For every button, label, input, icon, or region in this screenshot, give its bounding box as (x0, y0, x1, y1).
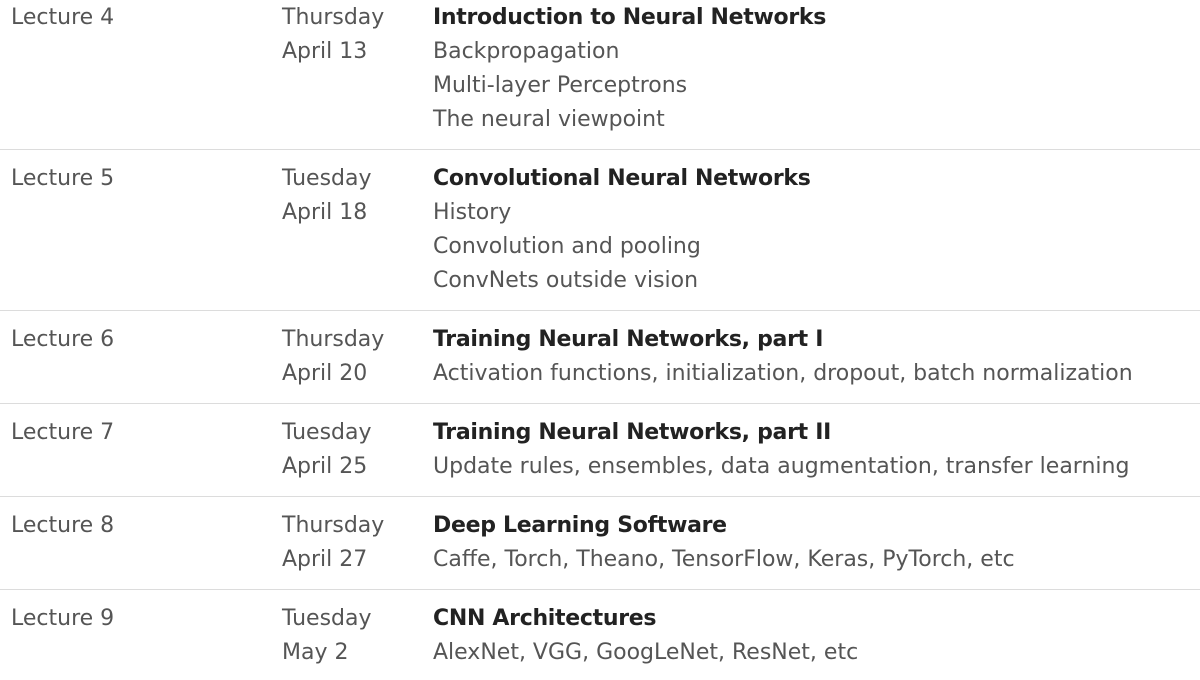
subtopic: Convolution and pooling (433, 234, 701, 259)
table-row: Lecture 9 Tuesday May 2 CNN Architecture… (0, 590, 1200, 680)
lecture-cell: Lecture 4 (11, 1, 114, 35)
date-cell: Tuesday May 2 (282, 602, 372, 670)
topic-title: Introduction to Neural Networks (433, 5, 827, 30)
table-row: Lecture 6 Thursday April 20 Training Neu… (0, 311, 1200, 404)
lecture-label: Lecture 5 (11, 166, 115, 191)
lecture-label: Lecture 9 (11, 606, 115, 631)
topic-cell: Training Neural Networks, part II Update… (433, 416, 1129, 484)
date-label: April 20 (282, 361, 368, 386)
day-label: Thursday (282, 513, 385, 538)
topic-title: Training Neural Networks, part I (433, 327, 824, 352)
topic-title: CNN Architectures (433, 606, 657, 631)
lecture-cell: Lecture 9 (11, 602, 114, 636)
lecture-label: Lecture 8 (11, 513, 115, 538)
lecture-cell: Lecture 6 (11, 323, 114, 357)
topic-title: Deep Learning Software (433, 513, 727, 538)
topic-cell: Convolutional Neural Networks History Co… (433, 162, 811, 298)
topic-cell: CNN Architectures AlexNet, VGG, GoogLeNe… (433, 602, 858, 670)
lecture-cell: Lecture 7 (11, 416, 114, 450)
date-label: April 13 (282, 39, 368, 64)
date-cell: Thursday April 27 (282, 509, 384, 577)
date-cell: Thursday April 20 (282, 323, 384, 391)
topic-cell: Training Neural Networks, part I Activat… (433, 323, 1133, 391)
table-row: Lecture 5 Tuesday April 18 Convolutional… (0, 150, 1200, 311)
lecture-label: Lecture 4 (11, 5, 115, 30)
lecture-cell: Lecture 8 (11, 509, 114, 543)
topic-cell: Deep Learning Software Caffe, Torch, The… (433, 509, 1015, 577)
date-label: April 25 (282, 454, 368, 479)
date-label: April 27 (282, 547, 368, 572)
subtopic: The neural viewpoint (433, 107, 665, 132)
subtopic: History (433, 200, 512, 225)
day-label: Tuesday (282, 606, 372, 631)
date-cell: Tuesday April 25 (282, 416, 372, 484)
topic-cell: Introduction to Neural Networks Backprop… (433, 1, 826, 137)
schedule-table: Lecture 4 Thursday April 13 Introduction… (0, 0, 1200, 680)
lecture-cell: Lecture 5 (11, 162, 114, 196)
subtopic: Backpropagation (433, 39, 620, 64)
subtopic: Multi-layer Perceptrons (433, 73, 688, 98)
subtopic: Caffe, Torch, Theano, TensorFlow, Keras,… (433, 547, 1015, 572)
subtopic: ConvNets outside vision (433, 268, 699, 293)
lecture-label: Lecture 7 (11, 420, 115, 445)
subtopic: Update rules, ensembles, data augmentati… (433, 454, 1130, 479)
subtopic: Activation functions, initialization, dr… (433, 361, 1133, 386)
date-cell: Tuesday April 18 (282, 162, 372, 230)
topic-title: Training Neural Networks, part II (433, 420, 831, 445)
day-label: Thursday (282, 327, 385, 352)
date-cell: Thursday April 13 (282, 1, 384, 69)
subtopic: AlexNet, VGG, GoogLeNet, ResNet, etc (433, 640, 859, 665)
table-row: Lecture 4 Thursday April 13 Introduction… (0, 0, 1200, 150)
day-label: Thursday (282, 5, 385, 30)
topic-title: Convolutional Neural Networks (433, 166, 811, 191)
day-label: Tuesday (282, 420, 372, 445)
date-label: April 18 (282, 200, 368, 225)
date-label: May 2 (282, 640, 349, 665)
lecture-label: Lecture 6 (11, 327, 115, 352)
day-label: Tuesday (282, 166, 372, 191)
table-row: Lecture 7 Tuesday April 25 Training Neur… (0, 404, 1200, 497)
table-row: Lecture 8 Thursday April 27 Deep Learnin… (0, 497, 1200, 590)
